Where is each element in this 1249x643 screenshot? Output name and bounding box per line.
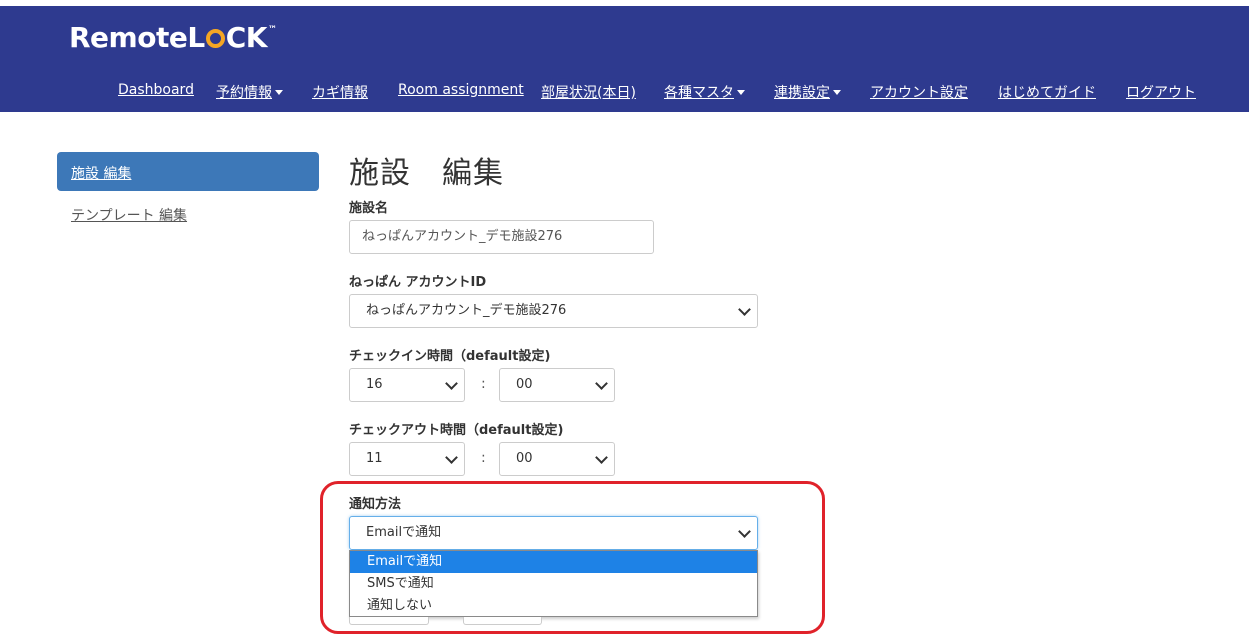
brand-name-part1: Remote (69, 21, 188, 54)
caret-down-icon (275, 89, 283, 95)
highlight-annotation (320, 481, 825, 634)
nav-account-settings[interactable]: アカウント設定 (870, 82, 968, 102)
checkin-minute-select[interactable]: 00 (499, 368, 615, 402)
time-separator: : (481, 450, 486, 466)
nav-room-status[interactable]: 部屋状況(本日) (541, 82, 636, 102)
nav-masters[interactable]: 各種マスタ (664, 82, 745, 102)
time-separator: : (481, 376, 486, 392)
checkout-hour-value: 11 (366, 451, 383, 466)
chevron-down-icon (445, 451, 458, 464)
top-navbar: Remote L CK ™ Dashboard 予約情報 カギ情報 Room assi… (0, 6, 1249, 112)
trademark: ™ (267, 24, 277, 35)
main-nav: Dashboard 予約情報 カギ情報 Room assignment 部屋状況… (118, 82, 1249, 102)
nav-keys[interactable]: カギ情報 (312, 82, 368, 102)
lock-o-icon (205, 29, 225, 48)
brand-name-ck: CK (225, 21, 268, 54)
checkin-minute-value: 00 (516, 377, 533, 392)
nav-reservations[interactable]: 予約情報 (216, 82, 283, 102)
sidebar-item-label: 施設 編集 (71, 166, 132, 182)
facility-name-value: ねっぱんアカウント_デモ施設276 (362, 229, 563, 244)
nav-room-assignment[interactable]: Room assignment (398, 82, 524, 98)
brand-logo[interactable]: Remote L CK ™ (69, 21, 277, 54)
chevron-down-icon (595, 377, 608, 390)
checkout-label: チェックアウト時間（default設定) (349, 423, 564, 438)
page-title: 施設 編集 (349, 156, 504, 191)
caret-down-icon (737, 89, 745, 95)
facility-name-label: 施設名 (349, 201, 389, 216)
brand-name-l: L (187, 21, 205, 54)
sidebar-item-template-edit[interactable]: テンプレート 編集 (71, 205, 187, 225)
checkin-hour-select[interactable]: 16 (349, 368, 465, 402)
caret-down-icon (833, 89, 841, 95)
account-id-value: ねっぱんアカウント_デモ施設276 (366, 303, 567, 318)
nav-getting-started[interactable]: はじめてガイド (998, 82, 1096, 102)
checkout-minute-value: 00 (516, 451, 533, 466)
nav-integrations[interactable]: 連携設定 (774, 82, 841, 102)
facility-name-input[interactable]: ねっぱんアカウント_デモ施設276 (349, 220, 654, 254)
checkout-minute-select[interactable]: 00 (499, 442, 615, 476)
checkin-label: チェックイン時間（default設定) (349, 349, 551, 364)
nav-dashboard[interactable]: Dashboard (118, 82, 194, 98)
sidebar-item-facility-edit[interactable]: 施設 編集 (57, 152, 319, 191)
checkout-hour-select[interactable]: 11 (349, 442, 465, 476)
chevron-down-icon (445, 377, 458, 390)
chevron-down-icon (738, 303, 751, 316)
nav-logout[interactable]: ログアウト (1126, 82, 1196, 102)
account-id-label: ねっぱん アカウントID (349, 275, 487, 290)
account-id-select[interactable]: ねっぱんアカウント_デモ施設276 (349, 294, 758, 328)
checkin-hour-value: 16 (366, 377, 383, 392)
chevron-down-icon (595, 451, 608, 464)
